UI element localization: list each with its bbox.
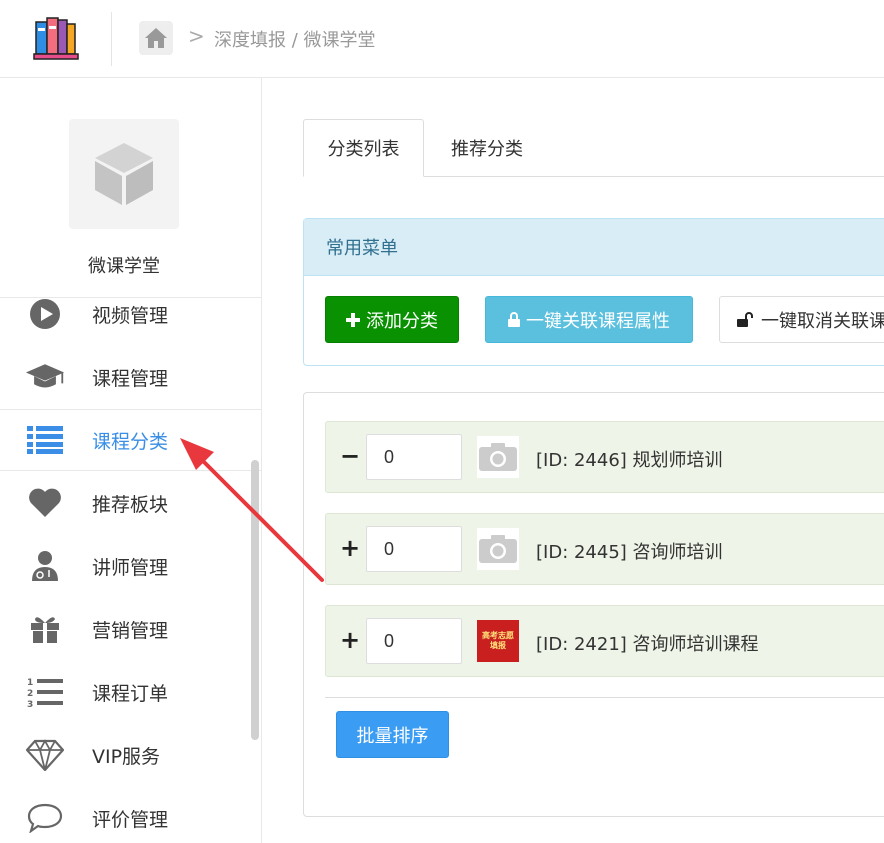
sidebar-scrollbar[interactable] [251, 460, 259, 740]
expand-toggle[interactable]: + [340, 626, 360, 654]
poster-line: 填报 [490, 641, 506, 650]
sidebar-menu: 视频管理 课程管理 课程分类 推荐板块 讲师管理 营销管理 1 2 3 课程订单… [0, 298, 262, 843]
unlink-course-button[interactable]: 一键取消关联课 [719, 296, 884, 343]
breadcrumb[interactable]: 深度填报 / 微课学堂 [214, 26, 376, 52]
sidebar-item-label: 视频管理 [92, 304, 169, 327]
list-divider [325, 697, 884, 698]
breadcrumb-separator: > [188, 24, 205, 48]
cube-icon [95, 143, 153, 205]
home-icon [145, 28, 167, 48]
gift-icon [25, 609, 65, 649]
tab-category-list[interactable]: 分类列表 [303, 119, 424, 177]
sidebar-item-label: 营销管理 [92, 619, 169, 642]
sort-order-input[interactable] [366, 618, 462, 664]
sort-order-input[interactable] [366, 434, 462, 480]
poster-line: 高考志愿 [482, 631, 514, 640]
category-row: − [ID: 2446] 规划师培训 [325, 421, 884, 493]
category-row: + 高考志愿 填报 [ID: 2421] 咨询师培训课程 [325, 605, 884, 677]
ordered-list-icon: 1 2 3 [25, 672, 65, 712]
category-thumbnail [477, 528, 519, 570]
comment-icon [25, 798, 65, 838]
sidebar-item-vip[interactable]: VIP服务 [0, 724, 262, 786]
svg-text:2: 2 [27, 689, 33, 699]
poster-image: 高考志愿 填报 [477, 620, 519, 662]
camera-icon [479, 535, 517, 563]
top-bar: > 深度填报 / 微课学堂 [0, 0, 884, 78]
list-icon [25, 420, 65, 460]
sidebar-item-label: 讲师管理 [92, 556, 169, 579]
sort-order-input[interactable] [366, 526, 462, 572]
link-course-attr-label: 一键关联课程属性 [526, 310, 670, 332]
category-thumbnail [477, 436, 519, 478]
collapse-toggle[interactable]: − [340, 442, 360, 470]
sidebar-item-order[interactable]: 1 2 3 课程订单 [0, 661, 262, 723]
sidebar-item-recommend[interactable]: 推荐板块 [0, 472, 262, 534]
category-list-panel: − [ID: 2446] 规划师培训 + [ID: 2445] 咨询师培训 + … [303, 392, 884, 817]
sidebar-item-course[interactable]: 课程管理 [0, 346, 262, 408]
plus-icon [346, 312, 360, 327]
books-logo-icon[interactable] [32, 14, 80, 62]
expand-toggle[interactable]: + [340, 534, 360, 562]
sidebar-item-label: 课程分类 [92, 430, 169, 453]
category-title: [ID: 2445] 咨询师培训 [536, 542, 723, 563]
diamond-icon [25, 735, 65, 775]
sidebar-item-label: 课程管理 [92, 367, 169, 390]
sidebar-item-label: 推荐板块 [92, 493, 169, 516]
unlink-course-label: 一键取消关联课 [761, 310, 884, 332]
category-row: + [ID: 2445] 咨询师培训 [325, 513, 884, 585]
add-category-button[interactable]: 添加分类 [325, 296, 459, 343]
batch-sort-button[interactable]: 批量排序 [336, 711, 449, 758]
link-course-attr-button[interactable]: 一键关联课程属性 [485, 296, 693, 343]
sidebar-item-teacher[interactable]: 讲师管理 [0, 535, 262, 597]
play-circle-icon [25, 298, 65, 334]
sidebar-item-video[interactable]: 视频管理 [0, 298, 262, 345]
camera-icon [479, 443, 517, 471]
graduation-cap-icon [25, 357, 65, 397]
header-divider [111, 12, 112, 66]
user-md-icon [25, 546, 65, 586]
svg-text:1: 1 [27, 678, 33, 688]
tab-bar: 分类列表 推荐分类 [303, 119, 884, 177]
sidebar-item-marketing[interactable]: 营销管理 [0, 598, 262, 660]
tab-recommend-category[interactable]: 推荐分类 [424, 119, 550, 177]
sidebar-item-review[interactable]: 评价管理 [0, 787, 262, 843]
common-menu-panel: 常用菜单 添加分类 一键关联课程属性 一键取消关联课 [303, 218, 884, 366]
category-title: [ID: 2446] 规划师培训 [536, 450, 723, 471]
sidebar-item-label: 评价管理 [92, 808, 169, 831]
main-content: 分类列表 推荐分类 常用菜单 添加分类 一键关联课程属性 一键取消关联课 − [… [263, 78, 884, 843]
add-category-label: 添加分类 [366, 310, 438, 332]
site-name: 微课学堂 [88, 256, 160, 277]
lock-icon [508, 312, 520, 327]
common-menu-title: 常用菜单 [304, 219, 884, 276]
svg-text:3: 3 [27, 700, 33, 708]
sidebar-item-label: VIP服务 [92, 745, 161, 768]
sidebar-item-course-category[interactable]: 课程分类 [0, 409, 262, 471]
heart-icon [25, 483, 65, 523]
home-button[interactable] [139, 21, 173, 55]
unlock-icon [737, 312, 753, 327]
category-title: [ID: 2421] 咨询师培训课程 [536, 634, 759, 655]
sidebar: 微课学堂 视频管理 课程管理 课程分类 推荐板块 讲师管理 营销管理 1 2 3… [0, 78, 262, 843]
site-avatar [69, 119, 179, 229]
sidebar-item-label: 课程订单 [92, 682, 169, 705]
